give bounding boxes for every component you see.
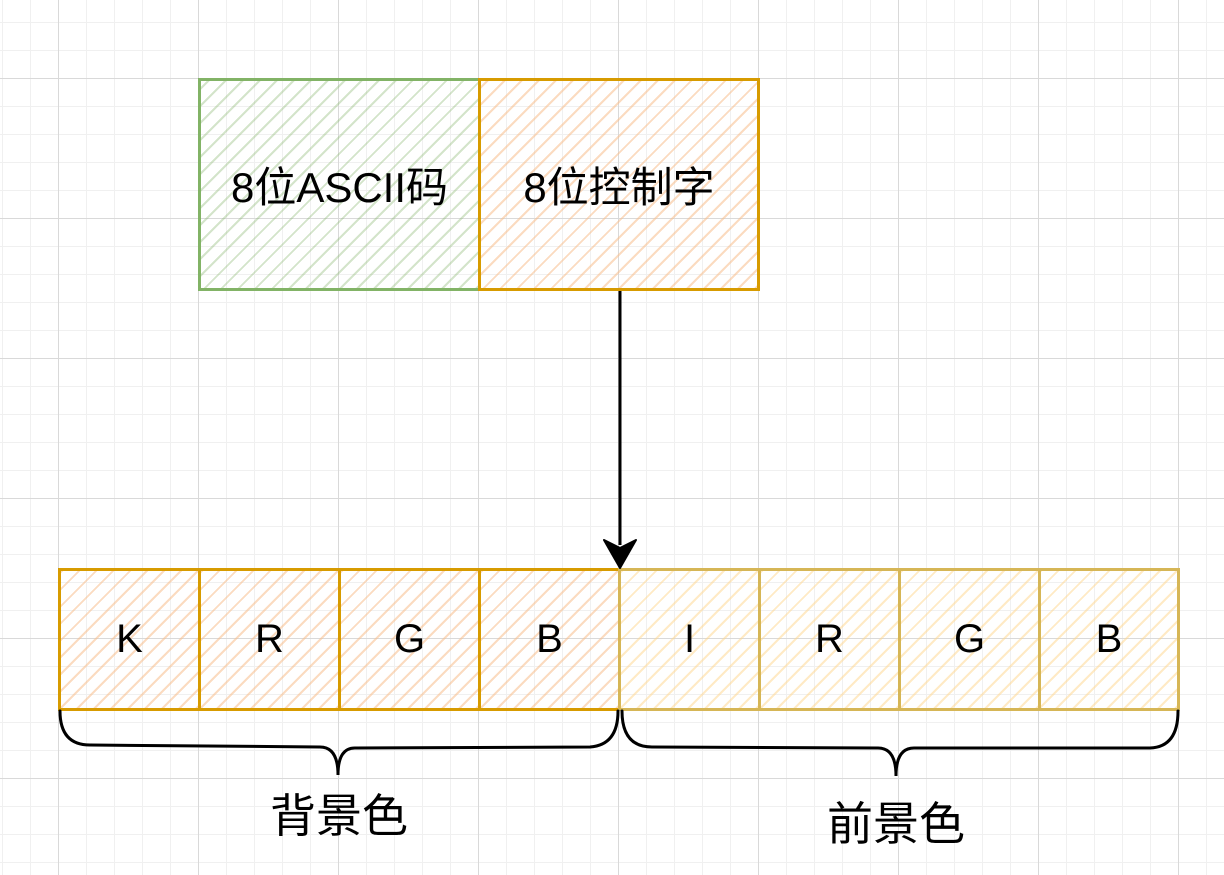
- background-brace-icon: [58, 709, 620, 776]
- connector-layer: [58, 291, 1180, 777]
- background-color-label: 背景色: [270, 790, 408, 842]
- foreground-brace-icon: [620, 709, 1180, 777]
- foreground-color-label: 前景色: [827, 798, 965, 850]
